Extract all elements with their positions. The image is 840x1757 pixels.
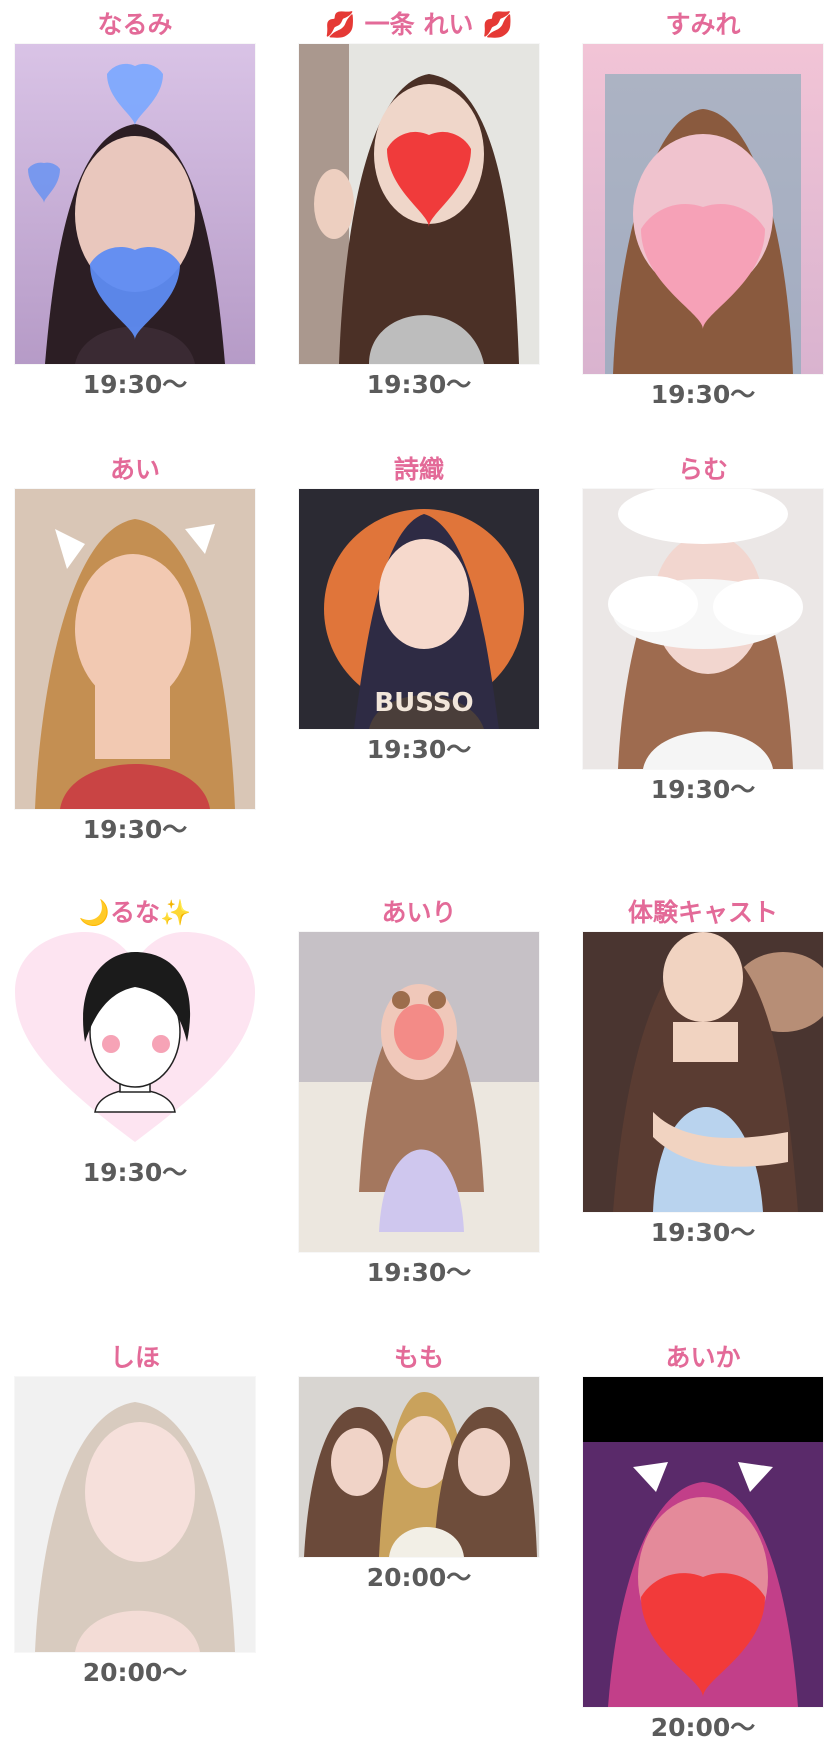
cast-photo[interactable] xyxy=(15,1377,255,1652)
cast-photo[interactable] xyxy=(299,44,539,364)
cast-photo[interactable]: BUSSO xyxy=(299,489,539,729)
cast-name: らむ xyxy=(677,455,728,484)
cast-card[interactable]: あい 19:30〜 xyxy=(15,455,255,845)
cast-time: 19:30〜 xyxy=(82,815,188,844)
cast-name: あい xyxy=(109,455,160,484)
cast-card[interactable]: すみれ 19:30〜 xyxy=(583,10,823,410)
cast-time: 20:00〜 xyxy=(650,1713,756,1742)
cast-time: 19:30〜 xyxy=(366,370,472,399)
cast-card[interactable]: あいり 19:30〜 xyxy=(299,898,539,1288)
cast-grid: なるみ 19:30〜 💋 一条 れい 💋 19:30〜 すみれ 19:30〜 あ… xyxy=(0,0,840,1757)
cast-photo[interactable] xyxy=(299,932,539,1252)
cast-name: 💋 一条 れい 💋 xyxy=(324,10,514,39)
cast-name: あいか xyxy=(665,1343,741,1372)
cast-photo[interactable] xyxy=(15,489,255,809)
cast-time: 19:30〜 xyxy=(650,1218,756,1247)
cast-time: 19:30〜 xyxy=(366,735,472,764)
cast-photo[interactable] xyxy=(15,44,255,364)
cast-card[interactable]: あいか 20:00〜 xyxy=(583,1343,823,1743)
cast-time: 19:30〜 xyxy=(650,380,756,409)
cast-name: すみれ xyxy=(665,10,741,39)
cast-photo[interactable] xyxy=(15,932,255,1152)
cast-card[interactable]: 🌙るな✨ 19:30〜 xyxy=(15,898,255,1188)
cast-name: あいり xyxy=(381,898,457,927)
cast-card[interactable]: もも 20:00〜 xyxy=(299,1343,539,1593)
cast-time: 20:00〜 xyxy=(82,1658,188,1687)
cast-time: 19:30〜 xyxy=(82,1158,188,1187)
cast-card[interactable]: らむ 19:30〜 xyxy=(583,455,823,805)
cast-card[interactable]: 体験キャスト 19:30〜 xyxy=(583,898,823,1248)
photo-shirt-text: BUSSO xyxy=(374,688,473,718)
cast-card[interactable]: 詩織 BUSSO 19:30〜 xyxy=(299,455,539,765)
cast-photo[interactable] xyxy=(299,1377,539,1557)
cast-time: 19:30〜 xyxy=(650,775,756,804)
cast-name: 体験キャスト xyxy=(627,898,778,927)
cast-photo[interactable] xyxy=(583,932,823,1212)
cast-name: 🌙るな✨ xyxy=(78,898,192,927)
cast-photo[interactable] xyxy=(583,1377,823,1707)
cast-name: もも xyxy=(393,1343,444,1372)
cast-photo[interactable] xyxy=(583,44,823,374)
cast-name: なるみ xyxy=(97,10,173,39)
cast-card[interactable]: しほ 20:00〜 xyxy=(15,1343,255,1688)
cast-time: 19:30〜 xyxy=(82,370,188,399)
cast-name: しほ xyxy=(109,1343,160,1372)
cast-time: 19:30〜 xyxy=(366,1258,472,1287)
cast-card[interactable]: 💋 一条 れい 💋 19:30〜 xyxy=(299,10,539,400)
cast-time: 20:00〜 xyxy=(366,1563,472,1592)
cast-card[interactable]: なるみ 19:30〜 xyxy=(15,10,255,400)
cast-photo[interactable] xyxy=(583,489,823,769)
cast-name: 詩織 xyxy=(393,455,444,484)
